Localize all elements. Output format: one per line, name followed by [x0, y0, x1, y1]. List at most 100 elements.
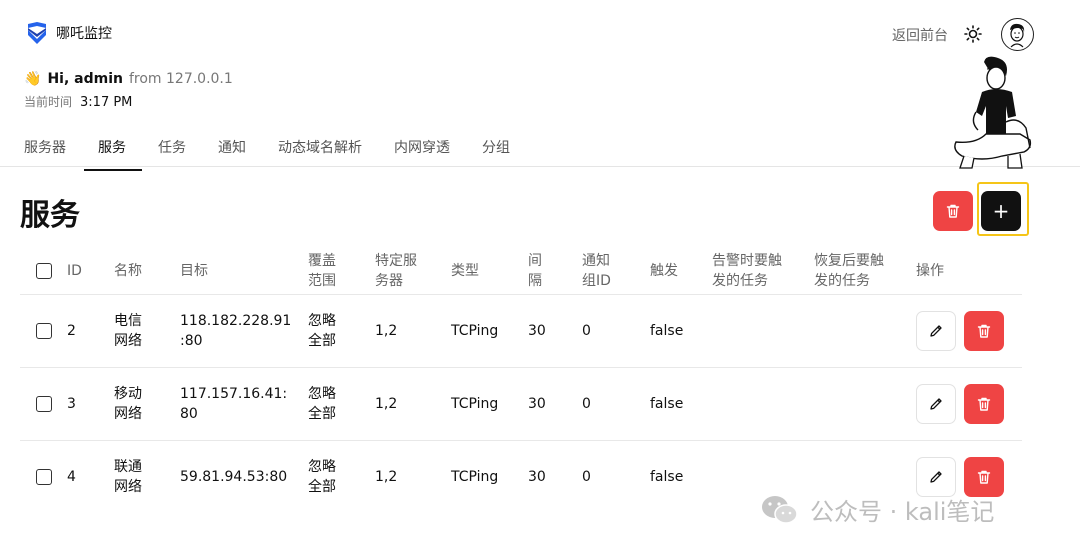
row-target-line2: 80	[180, 406, 198, 422]
tab-servers[interactable]: 服务器	[24, 137, 66, 169]
header-area: 哪吒监控 返回前台 👋 Hi, admin from 127.0.0.1 当前时…	[0, 0, 1080, 171]
trash-icon	[977, 470, 991, 484]
trash-icon	[977, 324, 991, 338]
time-label: 当前时间	[24, 95, 73, 109]
row-id: 3	[67, 396, 76, 412]
row-trigger: false	[650, 396, 684, 412]
add-service-button[interactable]: +	[981, 191, 1021, 231]
header-name: 名称	[114, 263, 142, 279]
row-name-line2: 网络	[114, 406, 142, 422]
table-row: 3 移动 网络 117.157.16.41: 80 忽略 全部 1,2 TCPi…	[20, 368, 1022, 441]
edit-button[interactable]	[916, 311, 956, 351]
row-trigger: false	[650, 323, 684, 339]
header-actions: 操作	[916, 263, 944, 279]
row-notify: 0	[582, 396, 591, 412]
trash-icon	[946, 204, 960, 218]
header-cover-line2: 范围	[308, 273, 336, 289]
trash-icon	[977, 397, 991, 411]
user-avatar[interactable]	[1001, 18, 1034, 51]
row-cover-line1: 忽略	[308, 386, 336, 402]
header-trigger: 触发	[650, 263, 678, 279]
pencil-icon	[930, 325, 942, 337]
row-id: 4	[67, 469, 76, 485]
tab-tasks[interactable]: 任务	[158, 137, 186, 169]
sun-icon[interactable]	[964, 25, 982, 43]
row-checkbox[interactable]	[36, 396, 52, 412]
tab-services[interactable]: 服务	[84, 137, 142, 171]
greeting: 👋 Hi, admin from 127.0.0.1	[24, 71, 233, 87]
delete-selected-button[interactable]	[933, 191, 973, 231]
row-target-line1: 59.81.94.53:80	[180, 469, 288, 485]
header-target: 目标	[180, 263, 208, 279]
row-interval: 30	[528, 469, 546, 485]
avatar-face-icon	[1010, 23, 1025, 48]
brand-name: 哪吒监控	[56, 26, 112, 42]
header-interval-line2: 隔	[528, 273, 542, 289]
wechat-icon	[762, 495, 798, 524]
page-title: 服务	[20, 198, 80, 233]
header-id: ID	[67, 263, 82, 279]
tab-notifications[interactable]: 通知	[218, 137, 246, 169]
header-servers-line1: 特定服	[375, 253, 417, 269]
greeting-ip: from 127.0.0.1	[128, 71, 233, 87]
row-type: TCPing	[451, 323, 499, 339]
header-recover-line2: 发的任务	[814, 273, 870, 289]
watermark-text: 公众号 · kali笔记	[810, 498, 995, 526]
row-target-line2: :80	[180, 333, 203, 349]
delete-button[interactable]	[964, 384, 1004, 424]
row-notify: 0	[582, 469, 591, 485]
greeting-name: Hi, admin	[47, 71, 123, 87]
edit-button[interactable]	[916, 457, 956, 497]
shield-check-icon	[28, 22, 46, 44]
row-name-line1: 联通	[114, 459, 142, 475]
row-type: TCPing	[451, 469, 499, 485]
pencil-icon	[930, 471, 942, 483]
tab-groups[interactable]: 分组	[482, 137, 510, 169]
row-servers: 1,2	[375, 323, 398, 339]
row-checkbox[interactable]	[36, 469, 52, 485]
services-table: ID 名称 目标 覆盖 范围 特定服 务器 类型 间 隔 通知 组ID 触发 告…	[20, 250, 1022, 514]
header-notify-line2: 组ID	[582, 273, 611, 289]
edit-button[interactable]	[916, 384, 956, 424]
header-notify-line1: 通知	[582, 253, 610, 269]
row-trigger: false	[650, 469, 684, 485]
row-target-line1: 117.157.16.41:	[180, 386, 288, 402]
row-interval: 30	[528, 396, 546, 412]
row-type: TCPing	[451, 396, 499, 412]
row-name-line2: 网络	[114, 479, 142, 495]
nav-tabs: 服务器 服务 任务 通知 动态域名解析 内网穿透 分组	[24, 137, 542, 171]
back-to-frontend-link[interactable]: 返回前台	[892, 25, 948, 45]
header-alert-line1: 告警时要触	[712, 253, 782, 269]
header-interval-line1: 间	[528, 253, 542, 269]
row-servers: 1,2	[375, 396, 398, 412]
tab-ddns[interactable]: 动态域名解析	[278, 137, 362, 169]
row-name-line2: 网络	[114, 333, 142, 349]
row-cover-line1: 忽略	[308, 313, 336, 329]
delete-button[interactable]	[964, 311, 1004, 351]
watermark: 公众号 · kali笔记	[760, 492, 994, 527]
header-cover-line1: 覆盖	[308, 253, 336, 269]
row-name-line1: 移动	[114, 386, 142, 402]
table-row: 2 电信 网络 118.182.228.91 :80 忽略 全部 1,2 TCP…	[20, 295, 1022, 368]
row-target-line1: 118.182.228.91	[180, 313, 292, 329]
header-servers-line2: 务器	[375, 273, 403, 289]
row-checkbox[interactable]	[36, 323, 52, 339]
row-cover-line1: 忽略	[308, 459, 336, 475]
row-id: 2	[67, 323, 76, 339]
tab-nat[interactable]: 内网穿透	[394, 137, 450, 169]
header-type: 类型	[451, 263, 479, 279]
delete-button[interactable]	[964, 457, 1004, 497]
header-recover-line1: 恢复后要触	[814, 253, 884, 269]
row-servers: 1,2	[375, 469, 398, 485]
table-header: ID 名称 目标 覆盖 范围 特定服 务器 类型 间 隔 通知 组ID 触发 告…	[20, 250, 1022, 295]
sitting-person-illustration	[954, 56, 1032, 169]
select-all-checkbox[interactable]	[36, 263, 52, 279]
row-cover-line2: 全部	[308, 406, 336, 422]
time-value: 3:17 PM	[80, 95, 133, 110]
brand[interactable]: 哪吒监控	[26, 21, 112, 45]
row-notify: 0	[582, 323, 591, 339]
row-name-line1: 电信	[114, 313, 142, 329]
pencil-icon	[930, 398, 942, 410]
header-alert-line2: 发的任务	[712, 273, 768, 289]
current-time: 当前时间 3:17 PM	[24, 93, 132, 110]
